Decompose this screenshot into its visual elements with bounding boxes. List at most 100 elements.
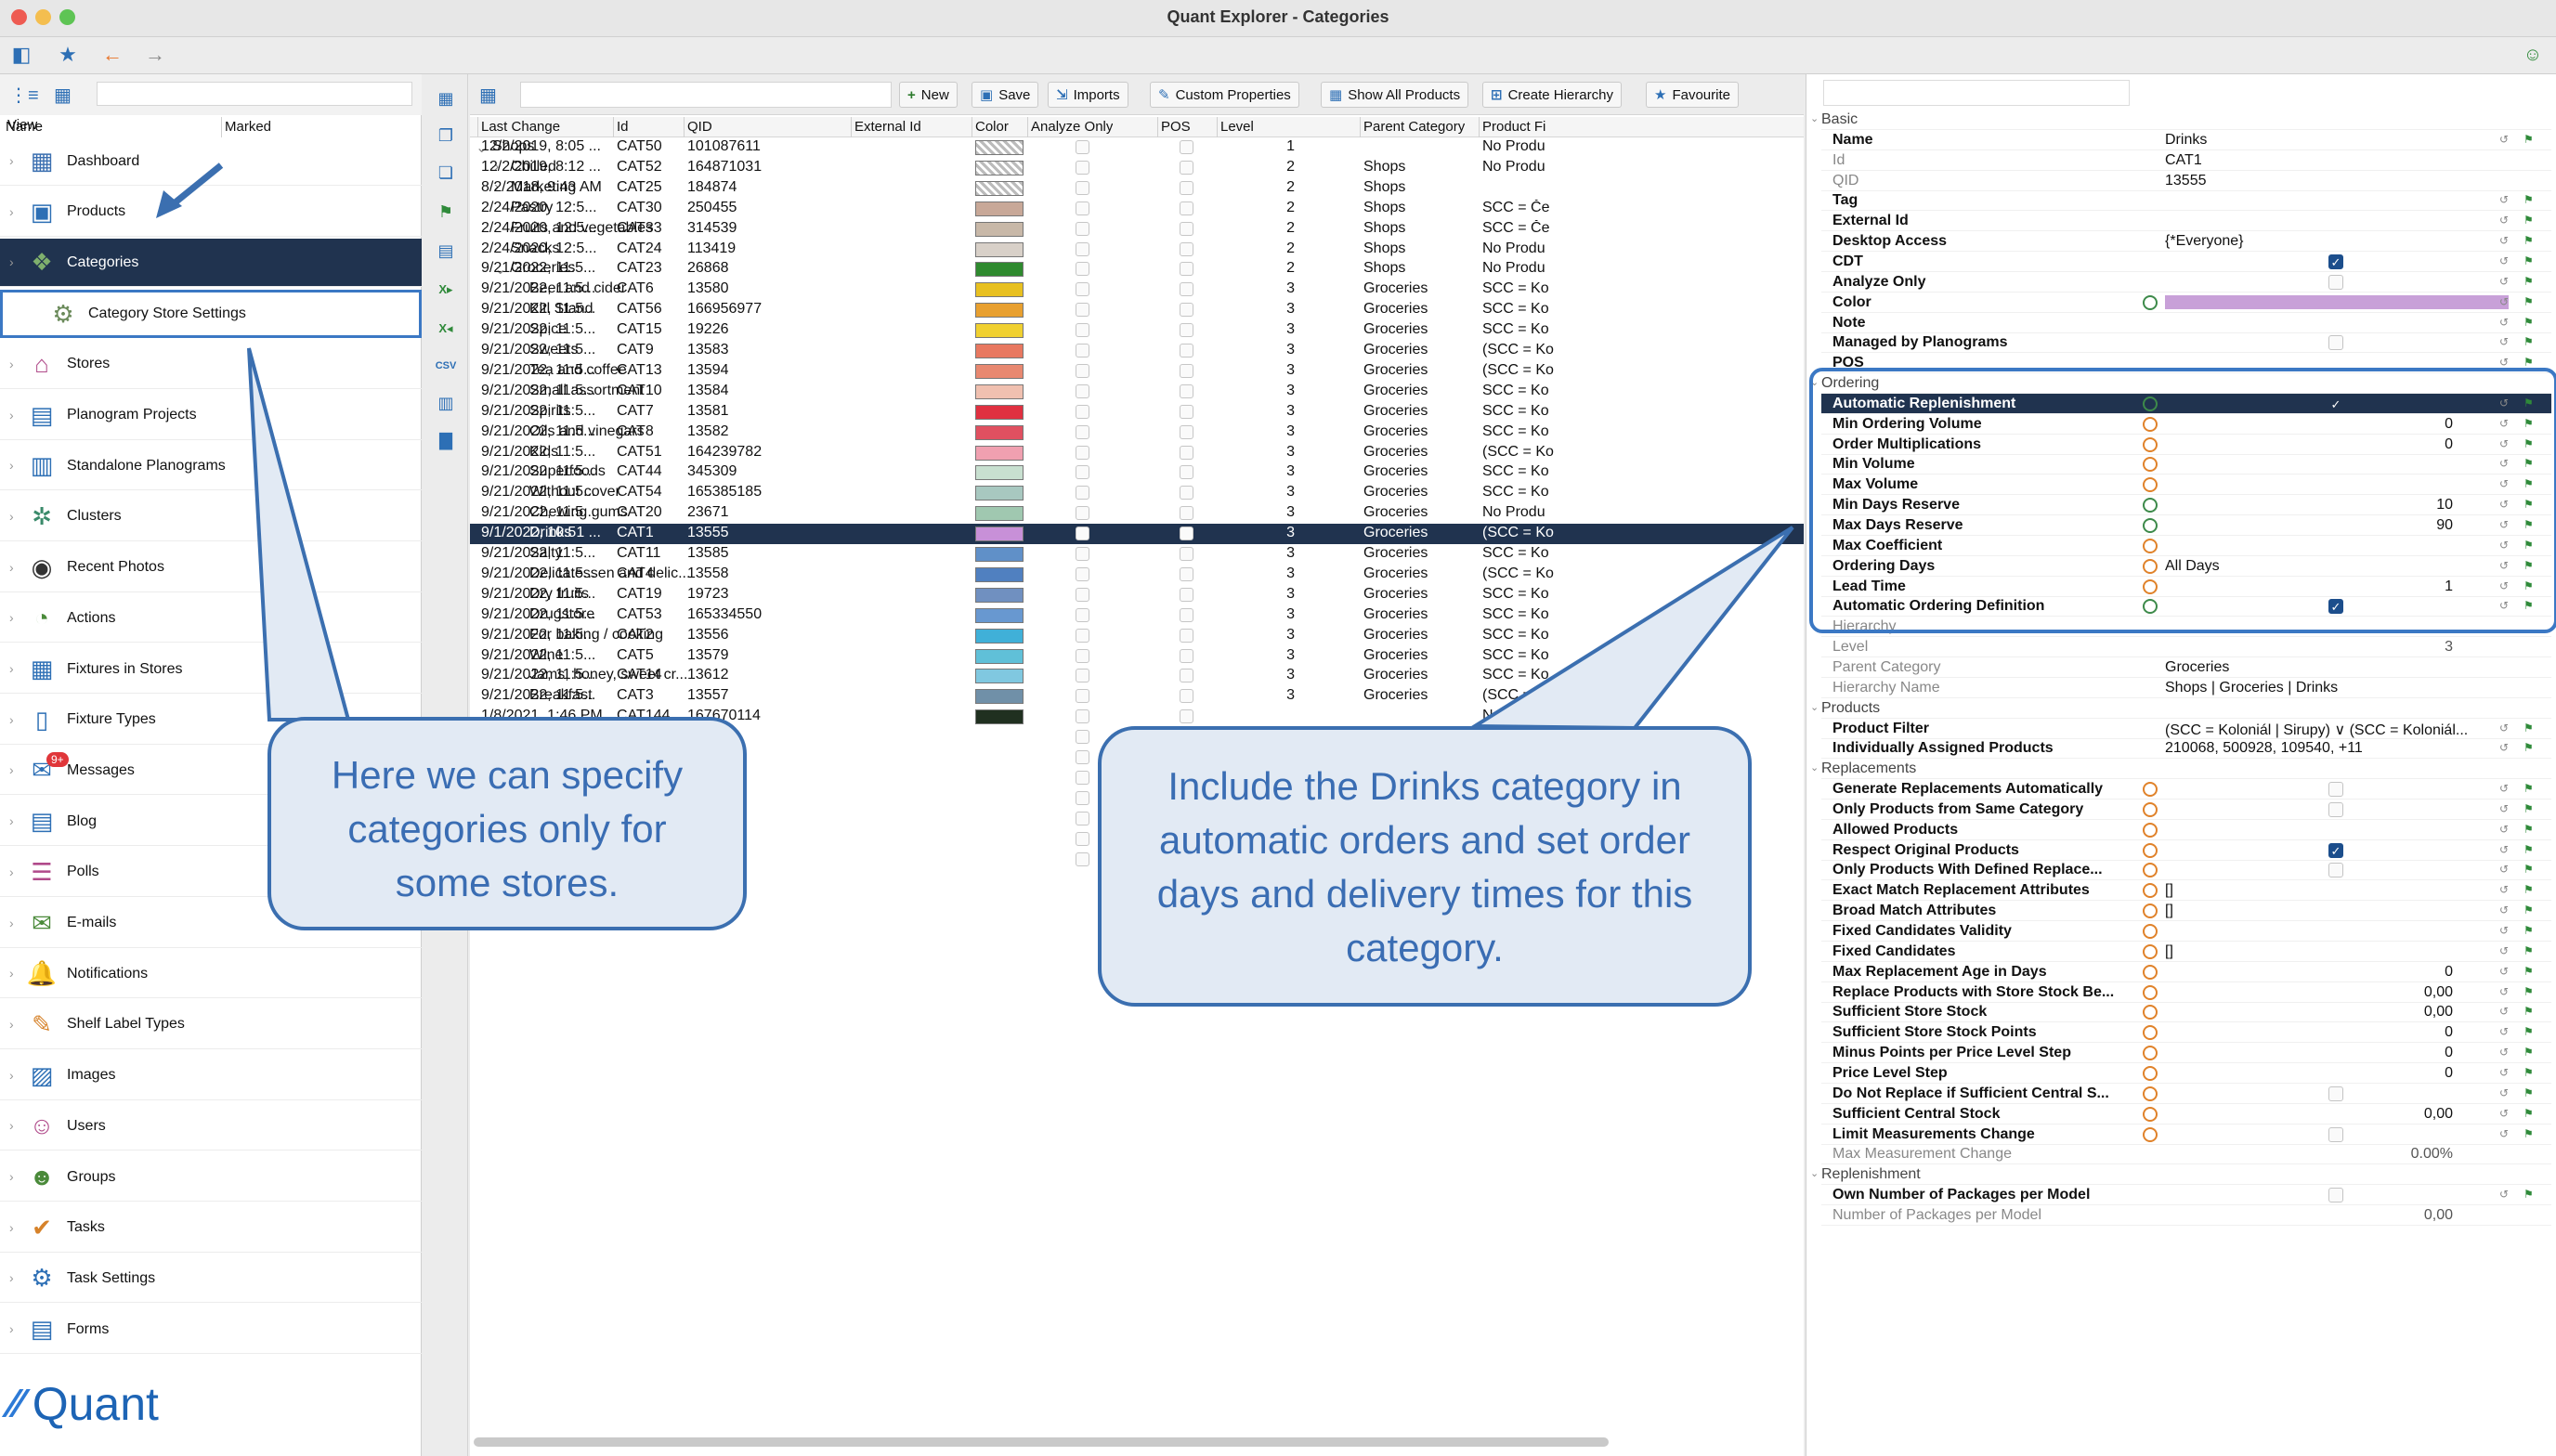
nav-item-recent-photos[interactable]: › ◉ Recent Photos — [0, 544, 422, 592]
reset-value-icon[interactable]: ↺ — [2499, 335, 2509, 348]
reset-value-icon[interactable]: ↺ — [2499, 883, 2509, 896]
reset-value-icon[interactable]: ↺ — [2499, 275, 2509, 288]
nav-item-fixtures-in-stores[interactable]: › ▦ Fixtures in Stores — [0, 645, 422, 694]
property-row-max-measurement-change[interactable]: Max Measurement Change 0.00% — [1821, 1144, 2551, 1165]
chevron-right-icon[interactable]: › — [9, 458, 14, 473]
pos-checkbox[interactable] — [1180, 241, 1193, 256]
grid-tool-icon[interactable]: ▦ — [433, 85, 459, 111]
property-row-minus-points-per-price-level-step[interactable]: Minus Points per Price Level Step 0 ↺ ⚑ — [1821, 1043, 2551, 1064]
reset-value-icon[interactable]: ↺ — [2499, 944, 2509, 957]
column-divider[interactable] — [1217, 117, 1218, 137]
reset-value-icon[interactable]: ↺ — [2499, 1127, 2509, 1140]
reset-value-icon[interactable]: ↺ — [2499, 1066, 2509, 1079]
pos-checkbox[interactable] — [1180, 607, 1193, 622]
flag-value-icon[interactable]: ⚑ — [2523, 234, 2534, 247]
chevron-right-icon[interactable]: › — [9, 408, 14, 422]
reset-value-icon[interactable]: ↺ — [2499, 295, 2509, 308]
table-row[interactable]: Small assortment 9/21/2022, 11:5... CAT10 1… — [470, 382, 1804, 402]
analyze-only-checkbox[interactable] — [1076, 424, 1089, 439]
column-divider[interactable] — [1479, 117, 1480, 137]
table-row[interactable]: Delicatessen and delic... 9/21/2022, 11:5… — [470, 565, 1804, 585]
property-checkbox[interactable] — [2328, 1086, 2343, 1101]
table-row[interactable]: Wine 9/21/2022, 11:5... CAT5 13579 3 Grocerie… — [470, 646, 1804, 667]
pos-checkbox[interactable] — [1180, 201, 1193, 215]
table-row[interactable]: Tea and coffee 9/21/2022, 11:5... CAT13 135… — [470, 361, 1804, 382]
property-checkbox[interactable]: ✓ — [2328, 842, 2343, 858]
table-row[interactable]: Drugstore 9/21/2022, 11:5... CAT53 16533455… — [470, 605, 1804, 626]
reset-value-icon[interactable]: ↺ — [2499, 863, 2509, 876]
reset-value-icon[interactable]: ↺ — [2499, 782, 2509, 795]
property-value[interactable]: 0,00 — [2165, 1106, 2453, 1123]
column-divider[interactable] — [613, 117, 614, 137]
chart-tool-icon[interactable]: ▇ — [433, 427, 459, 453]
chevron-right-icon[interactable]: › — [9, 357, 14, 371]
column-divider[interactable] — [684, 117, 685, 137]
table-row[interactable]: Fruits and vegetables 2/24/2020, 12:5... C… — [470, 219, 1804, 240]
nav-item-categories[interactable]: › ❖ Categories — [0, 239, 422, 288]
flag-value-icon[interactable]: ⚑ — [2523, 843, 2534, 856]
nav-item-groups[interactable]: › ☻ Groups — [0, 1153, 422, 1202]
property-row-tag[interactable]: Tag ↺ ⚑ — [1821, 190, 2551, 212]
analyze-only-checkbox[interactable] — [1076, 607, 1089, 622]
flag-value-icon[interactable]: ⚑ — [2523, 1127, 2534, 1140]
analyze-only-checkbox[interactable] — [1076, 221, 1089, 236]
property-row-note[interactable]: Note ↺ ⚑ — [1821, 313, 2551, 333]
chevron-right-icon[interactable]: › — [9, 560, 14, 575]
analyze-only-checkbox[interactable] — [1076, 790, 1089, 805]
property-checkbox[interactable] — [2328, 1126, 2343, 1142]
analyze-only-checkbox[interactable] — [1076, 262, 1089, 277]
reset-value-icon[interactable]: ↺ — [2499, 1046, 2509, 1059]
analyze-only-checkbox[interactable] — [1076, 628, 1089, 643]
property-row-replace-products-with-store-stock-be[interactable]: Replace Products with Store Stock Be... 0… — [1821, 982, 2551, 1003]
nav-item-clusters[interactable]: › ✲ Clusters — [0, 493, 422, 541]
excel-import-icon[interactable]: X◂ — [433, 316, 459, 342]
properties-search-input[interactable] — [1823, 80, 2130, 106]
table-row[interactable]: Jams, honey, sweet cr... 9/21/2022, 11:5.… — [470, 666, 1804, 686]
flag-value-icon[interactable]: ⚑ — [2523, 193, 2534, 206]
flag-value-icon[interactable]: ⚑ — [2523, 1025, 2534, 1038]
table-row[interactable]: › Chilled 12/2/2019, 8:12 ... CAT52 16487103… — [470, 158, 1804, 178]
property-row-only-products-from-same-category[interactable]: Only Products from Same Category ↺ ⚑ — [1821, 800, 2551, 820]
analyze-only-checkbox[interactable] — [1076, 831, 1089, 846]
property-row-broad-match-attributes[interactable]: Broad Match Attributes [] ↺ ⚑ — [1821, 901, 2551, 922]
property-row-managed-by-planograms[interactable]: Managed by Planograms ↺ ⚑ — [1821, 332, 2551, 354]
analyze-only-checkbox[interactable] — [1076, 506, 1089, 521]
property-checkbox[interactable] — [2328, 782, 2343, 798]
property-checkbox[interactable] — [2328, 335, 2343, 351]
analyze-only-checkbox[interactable] — [1076, 303, 1089, 318]
pos-checkbox[interactable] — [1180, 140, 1193, 154]
property-value[interactable]: 0 — [2165, 1024, 2453, 1041]
reset-value-icon[interactable]: ↺ — [2499, 1025, 2509, 1038]
flag-value-icon[interactable]: ⚑ — [2523, 722, 2534, 734]
property-row-price-level-step[interactable]: Price Level Step 0 ↺ ⚑ — [1821, 1063, 2551, 1084]
chevron-right-icon[interactable]: › — [9, 1017, 14, 1032]
flag-value-icon[interactable]: ⚑ — [2523, 254, 2534, 267]
pos-checkbox[interactable] — [1180, 303, 1193, 318]
pos-checkbox[interactable] — [1180, 465, 1193, 480]
chevron-right-icon[interactable]: › — [9, 762, 14, 777]
pos-checkbox[interactable] — [1180, 384, 1193, 398]
flag-value-icon[interactable]: ⚑ — [2523, 133, 2534, 146]
table-row[interactable]: Dry fruits 9/21/2022, 11:5... CAT19 19723 3 G… — [470, 585, 1804, 605]
chevron-right-icon[interactable]: › — [9, 966, 14, 981]
nav-item-tasks[interactable]: › ✔ Tasks — [0, 1204, 422, 1253]
analyze-only-checkbox[interactable] — [1076, 730, 1089, 745]
property-value[interactable]: 210068, 500928, 109540, +11 — [2165, 740, 2471, 757]
table-row[interactable]: Chewing gums 9/21/2022, 11:5... CAT20 23671… — [470, 503, 1804, 524]
table-row[interactable]: › Marketing 8/2/2018, 9:43 AM CAT25 184874 2 S… — [470, 178, 1804, 199]
pos-checkbox[interactable] — [1180, 547, 1193, 561]
analyze-only-checkbox[interactable] — [1076, 689, 1089, 704]
table-view-icon[interactable]: ▦ — [54, 84, 72, 107]
chevron-right-icon[interactable]: › — [9, 1270, 14, 1285]
column-divider[interactable] — [221, 117, 222, 137]
flag-value-icon[interactable]: ⚑ — [2523, 823, 2534, 836]
table-row[interactable]: Oils and vinegars 9/21/2022, 11:5... CAT8 1… — [470, 422, 1804, 443]
flag-value-icon[interactable]: ⚑ — [2523, 1188, 2534, 1201]
table-row[interactable]: Spirits 9/21/2022, 11:5... CAT7 13581 3 Groce… — [470, 402, 1804, 422]
table-row[interactable]: Breakfast 9/21/2022, 11:5... CAT3 13557 3 Gro… — [470, 686, 1804, 707]
custom-properties-button[interactable]: ✎ Custom Properties — [1150, 82, 1299, 108]
property-row-product-filter[interactable]: Product Filter (SCC = Koloniál | Sirupy) … — [1821, 719, 2551, 739]
flag-value-icon[interactable]: ⚑ — [2523, 1066, 2534, 1079]
chevron-right-icon[interactable]: › — [9, 1169, 14, 1184]
analyze-only-checkbox[interactable] — [1076, 323, 1089, 338]
